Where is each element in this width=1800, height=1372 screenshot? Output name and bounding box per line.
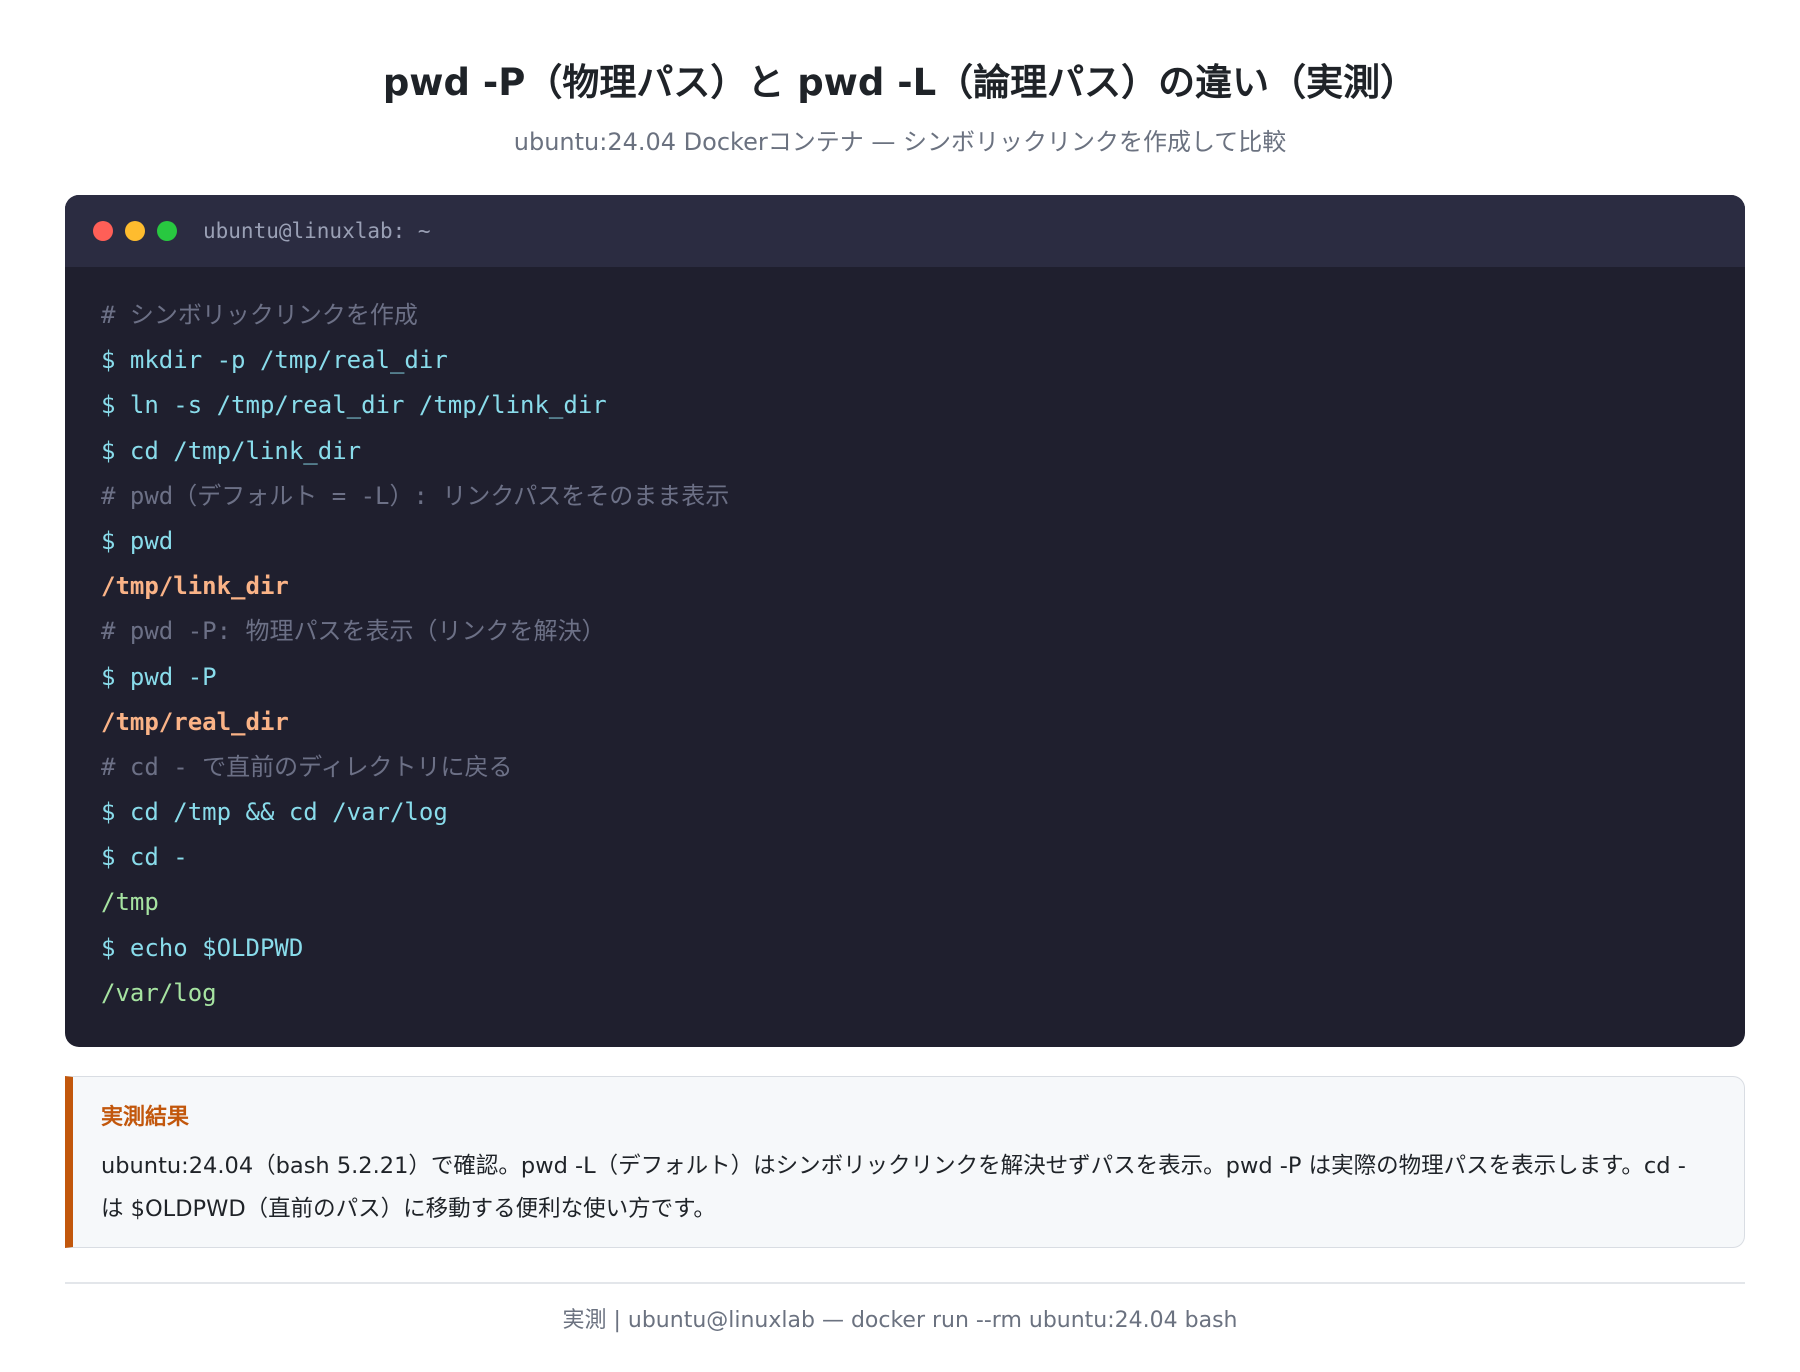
terminal-line: # cd - で直前のディレクトリに戻る (101, 752, 513, 781)
terminal-line: /tmp (101, 888, 159, 917)
page: pwd -P（物理パス）と pwd -L（論理パス）の違い（実測） ubuntu… (0, 0, 1800, 1372)
terminal-title-bar: ubuntu@linuxlab: ~ (65, 195, 1745, 267)
result-heading: 実測結果 (101, 1105, 190, 1130)
terminal-line: $ mkdir -p /tmp/real_dir (101, 346, 448, 375)
close-window-dot-icon[interactable] (93, 221, 113, 241)
terminal-line: # pwd -P: 物理パスを表示（リンクを解決） (101, 617, 606, 646)
terminal-line: # pwd（デフォルト = -L）: リンクパスをそのまま表示 (101, 481, 730, 510)
terminal-line: $ ln -s /tmp/real_dir /tmp/link_dir (101, 391, 607, 420)
footer-divider (65, 1282, 1745, 1284)
terminal-line: /tmp/link_dir (101, 572, 289, 601)
terminal-line: $ cd /tmp/link_dir (101, 436, 362, 465)
terminal-line: $ echo $OLDPWD (101, 933, 304, 962)
page-title: pwd -P（物理パス）と pwd -L（論理パス）の違い（実測） (382, 61, 1418, 104)
terminal-line: /var/log (101, 978, 217, 1007)
page-footer: 実測 | ubuntu@linuxlab — docker run --rm u… (562, 1308, 1238, 1333)
maximize-window-dot-icon[interactable] (157, 221, 177, 241)
result-text: ubuntu:24.04（bash 5.2.21）で確認。pwd -L（デフォル… (101, 1153, 1686, 1222)
page-header: pwd -P（物理パス）と pwd -L（論理パス）の違い（実測） ubuntu… (0, 58, 1800, 158)
minimize-window-dot-icon[interactable] (125, 221, 145, 241)
page-subtitle: ubuntu:24.04 Dockerコンテナ — シンボリックリンクを作成して… (513, 128, 1287, 156)
terminal-line: $ pwd (101, 526, 174, 555)
terminal-line: # シンボリックリンクを作成 (101, 301, 418, 329)
terminal-line: $ cd - (101, 843, 188, 872)
terminal-title: ubuntu@linuxlab: ~ (203, 219, 431, 243)
terminal-output: # シンボリックリンクを作成 $ mkdir -p /tmp/real_dir … (65, 267, 1745, 1016)
terminal-line: /tmp/real_dir (101, 707, 289, 736)
terminal-window: ubuntu@linuxlab: ~ # シンボリックリンクを作成 $ mkdi… (65, 195, 1745, 1047)
terminal-line: $ cd /tmp && cd /var/log (101, 798, 448, 827)
terminal-line: $ pwd -P (101, 662, 217, 691)
result-callout: 実測結果 ubuntu:24.04（bash 5.2.21）で確認。pwd -L… (65, 1076, 1745, 1248)
